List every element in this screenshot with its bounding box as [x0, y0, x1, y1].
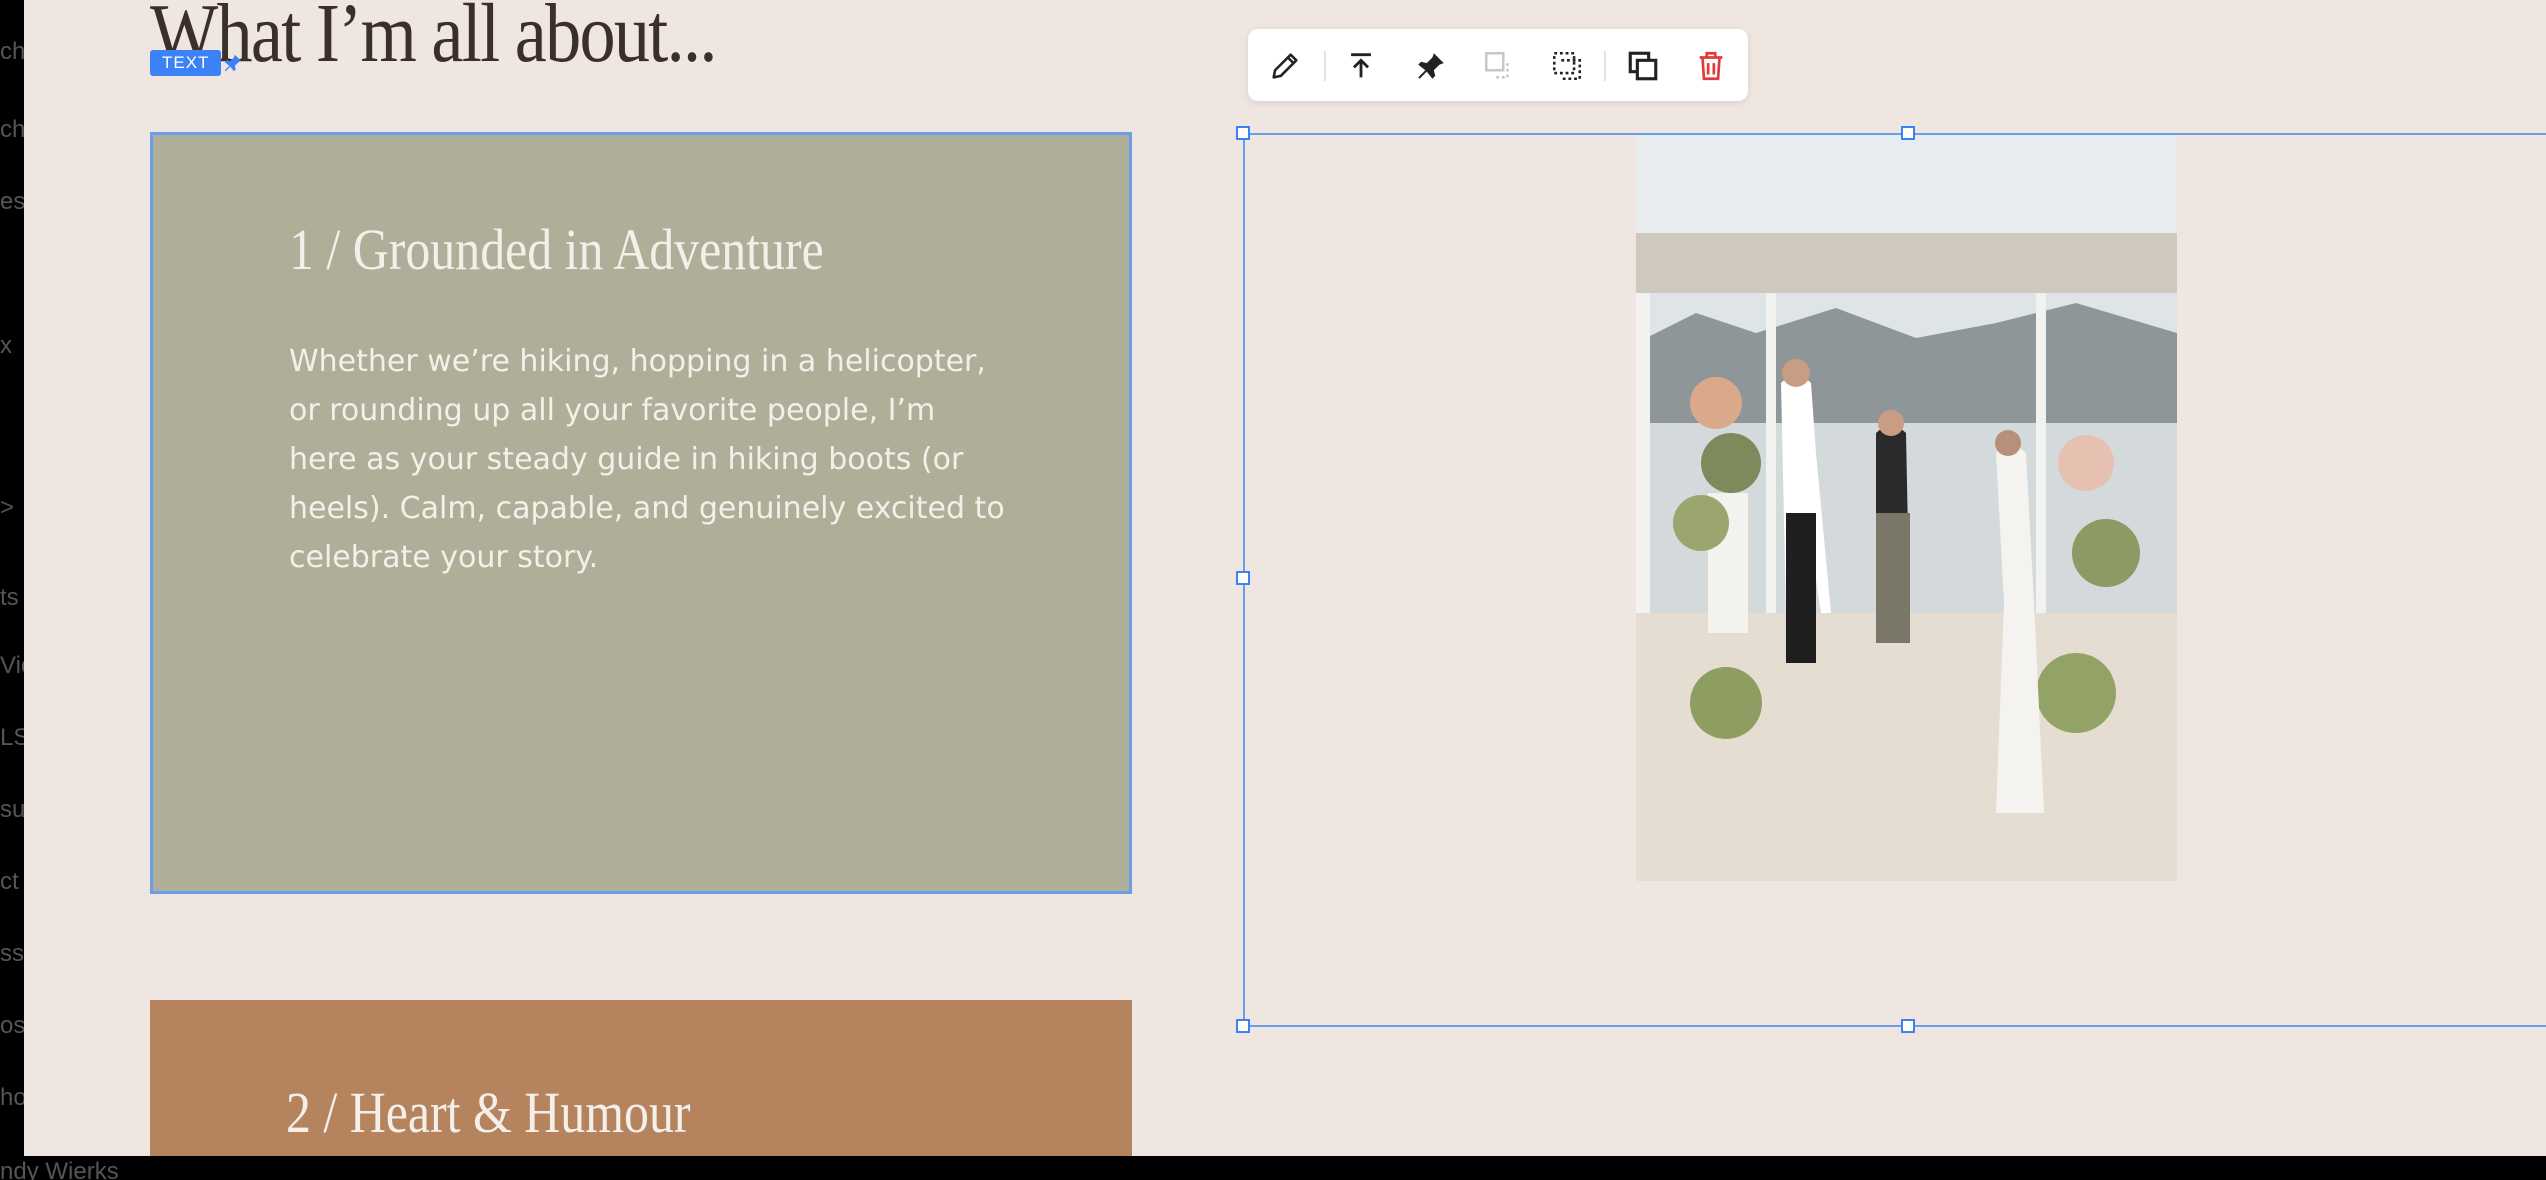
- resize-handle-n[interactable]: [1901, 126, 1915, 140]
- side-panel-label[interactable]: ts: [0, 586, 19, 610]
- pencil-icon: [1272, 53, 1298, 79]
- side-panel-label[interactable]: es: [0, 190, 24, 214]
- toolbar-divider: [1324, 51, 1326, 81]
- ungroup-button[interactable]: [1550, 49, 1584, 83]
- side-panel-label[interactable]: Vic: [0, 654, 24, 678]
- side-panel-label[interactable]: su: [0, 798, 24, 822]
- side-panel-label[interactable]: os: [0, 1014, 24, 1038]
- element-toolbar: [1248, 29, 1748, 101]
- side-panel-label[interactable]: LS: [0, 726, 24, 750]
- group-icon: [1484, 51, 1509, 79]
- side-panel-label[interactable]: ss: [0, 942, 24, 966]
- selection-type-tag: TEXT: [150, 50, 222, 76]
- card-title[interactable]: 2 / Heart & Humour: [286, 1084, 690, 1142]
- bottom-status-bar: ndy Wierks: [0, 1156, 2546, 1180]
- editor-side-panel: ch ch es x > ts Vic LS su ct ss os ho: [0, 0, 24, 1180]
- resize-handle-sw[interactable]: [1236, 1019, 1250, 1033]
- delete-button[interactable]: [1694, 49, 1728, 83]
- card-body-text[interactable]: Whether we’re hiking, hopping in a helic…: [289, 337, 1009, 582]
- side-panel-label[interactable]: ch: [0, 40, 24, 64]
- selection-box[interactable]: [1243, 133, 2546, 1027]
- duplicate-icon: [1628, 51, 1658, 81]
- feature-card[interactable]: 1 / Grounded in Adventure Whether we’re …: [150, 132, 1132, 894]
- feature-card[interactable]: 2 / Heart & Humour: [150, 1000, 1132, 1156]
- card-title[interactable]: 1 / Grounded in Adventure: [289, 221, 824, 279]
- resize-handle-nw[interactable]: [1236, 126, 1250, 140]
- side-panel-label[interactable]: ch: [0, 118, 24, 142]
- group-button[interactable]: [1482, 49, 1516, 83]
- duplicate-button[interactable]: [1626, 49, 1660, 83]
- pin-icon: [1418, 53, 1444, 79]
- side-panel-label[interactable]: x: [0, 334, 12, 358]
- pin-button[interactable]: [1414, 49, 1448, 83]
- arrow-up-to-line-icon: [1351, 53, 1371, 78]
- editor-canvas[interactable]: What I’m all about... TEXT 1 / Grounded …: [24, 0, 2546, 1156]
- user-name-label: ndy Wierks: [0, 1158, 119, 1180]
- resize-handle-w[interactable]: [1236, 571, 1250, 585]
- pin-icon: [222, 52, 244, 74]
- trash-icon: [1699, 51, 1723, 81]
- side-panel-label[interactable]: ho: [0, 1086, 24, 1110]
- dashed-square-icon: [1552, 51, 1582, 81]
- resize-handle-s[interactable]: [1901, 1019, 1915, 1033]
- side-panel-label[interactable]: >: [0, 496, 14, 520]
- side-panel-label[interactable]: ct: [0, 870, 19, 894]
- toolbar-divider: [1604, 51, 1606, 81]
- edit-button[interactable]: [1268, 49, 1302, 83]
- bring-to-top-button[interactable]: [1344, 49, 1378, 83]
